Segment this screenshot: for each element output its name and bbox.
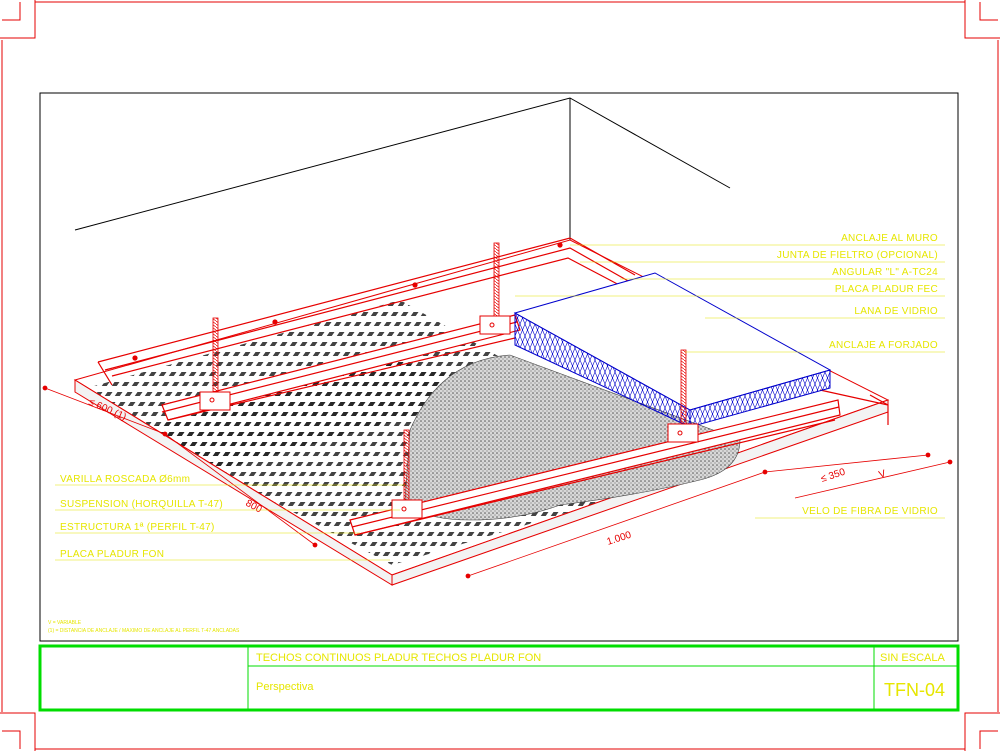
title-block-title: TECHOS CONTINUOS PLADUR TECHOS PLADUR FO… <box>256 652 541 664</box>
label-angular: ANGULAR "L" A-TC24 <box>832 267 938 278</box>
label-anclaje-forjado: ANCLAJE A FORJADO <box>829 340 938 351</box>
dim-350: ≤ 350 <box>820 467 848 485</box>
dim-1000: 1.000 <box>606 530 634 548</box>
title-block-scale: SIN ESCALA <box>880 652 945 664</box>
label-suspension: SUSPENSION (HORQUILLA T-47) <box>60 499 223 510</box>
label-estructura: ESTRUCTURA 1ª (PERFIL T-47) <box>60 522 215 533</box>
title-block-subtitle: Perspectiva <box>256 681 314 693</box>
title-block-code: TFN-04 <box>884 680 945 700</box>
room-walls <box>74 97 731 240</box>
label-placa-fec: PLACA PLADUR FEC <box>835 284 938 295</box>
drawing-sheet: ≤ 600 (1) 800 1.000 ≤ 350 V ANCLAJE AL M… <box>0 0 1000 751</box>
label-junta-fieltro: JUNTA DE FIELTRO (OPCIONAL) <box>777 250 938 261</box>
note-distancia: (1) = DISTANCIA DE ANCLAJE / MAXIMO DE A… <box>48 628 240 634</box>
dim-v: V <box>878 468 888 481</box>
label-placa-fon: PLACA PLADUR FON <box>60 549 164 560</box>
label-anclaje-muro: ANCLAJE AL MURO <box>841 233 938 244</box>
label-velo-fibra: VELO DE FIBRA DE VIDRIO <box>802 506 938 517</box>
label-lana-vidrio: LANA DE VIDRIO <box>854 306 938 317</box>
note-variable: V = VARIABLE <box>48 620 82 626</box>
label-varilla-roscada: VARILLA ROSCADA Ø6mm <box>60 474 190 485</box>
